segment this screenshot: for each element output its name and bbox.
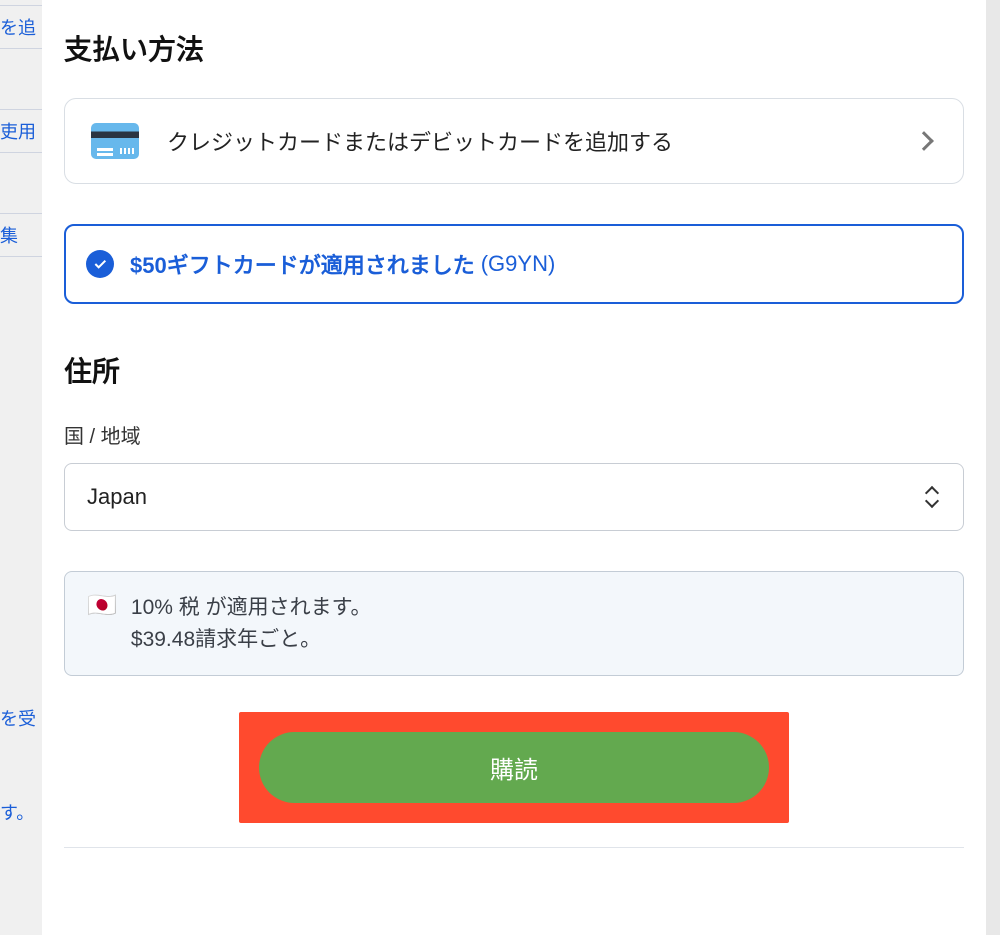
tax-line: $39.48請求年ごと。 [131,624,372,656]
bg-text: す。 [0,799,42,825]
payment-method-heading: 支払い方法 [64,28,964,68]
payment-dialog: 支払い方法 クレジットカードまたはデビットカードを追加する $50ギフトカードが… [42,0,986,935]
tax-line: 10% 税 が適用されます。 [131,592,372,624]
bg-text: 集 [0,213,42,257]
chevron-right-icon [914,131,934,151]
country-label: 国 / 地域 [64,420,964,449]
address-heading: 住所 [64,350,964,390]
tax-notice: 🇯🇵 10% 税 が適用されます。 $39.48請求年ごと。 [64,571,964,676]
check-circle-icon [86,250,114,278]
flag-icon: 🇯🇵 [87,592,117,621]
country-select[interactable]: Japan [64,463,964,531]
background-page: を追 吏用 集 を受 す。 [0,0,42,935]
credit-card-icon [91,123,139,159]
bg-text: 吏用 [0,109,42,153]
tax-text: 10% 税 が適用されます。 $39.48請求年ごと。 [131,592,372,655]
gift-applied-text: $50ギフトカードが適用されました [130,248,475,280]
bg-text: を追 [0,5,42,49]
subscribe-highlight-box: 購読 [239,712,789,823]
add-card-label: クレジットカードまたはデビットカードを追加する [167,125,917,157]
chevron-updown-icon [923,486,941,508]
country-value: Japan [87,484,923,510]
divider [64,847,964,848]
gift-card-applied-banner[interactable]: $50ギフトカードが適用されました (G9YN) [64,224,964,304]
subscribe-button[interactable]: 購読 [259,732,769,803]
bg-text: を受 [0,697,42,739]
add-card-button[interactable]: クレジットカードまたはデビットカードを追加する [64,98,964,184]
gift-applied-code: (G9YN) [481,251,556,277]
